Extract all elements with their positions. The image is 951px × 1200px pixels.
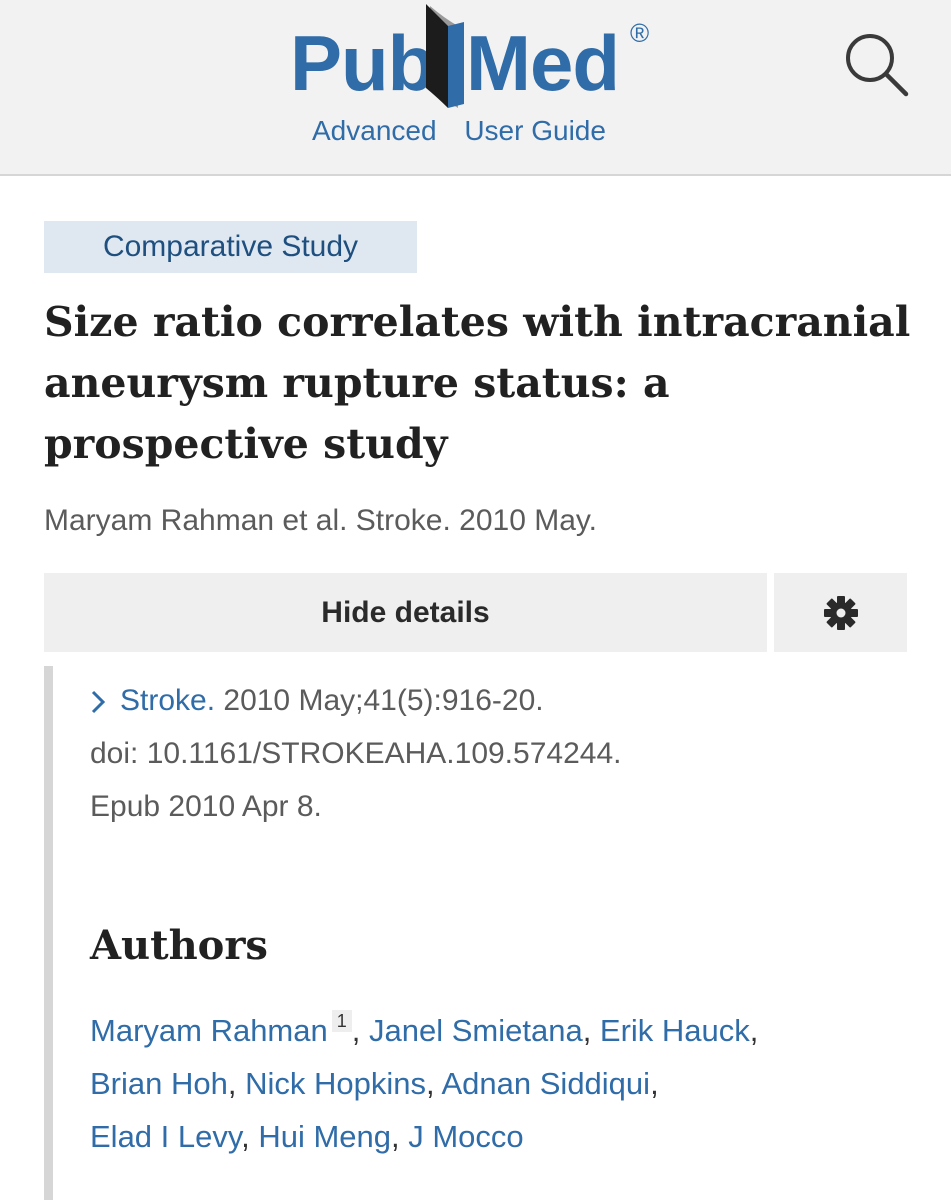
- user-guide-link[interactable]: User Guide: [464, 115, 606, 146]
- author-separator: ,: [391, 1119, 409, 1154]
- search-icon[interactable]: [842, 30, 912, 100]
- author-link[interactable]: Brian Hoh: [90, 1066, 228, 1101]
- logo-text-pub: Pub: [290, 19, 435, 107]
- author-link[interactable]: Adnan Siddiqui: [442, 1066, 651, 1101]
- author-link[interactable]: Hui Meng: [258, 1119, 391, 1154]
- epub-date: Epub 2010 Apr 8.: [90, 790, 322, 823]
- article-title: Size ratio correlates with intracranial …: [44, 298, 911, 468]
- gear-icon: [823, 595, 858, 630]
- details-side-bar: [44, 666, 53, 1200]
- book-icon: [426, 4, 464, 108]
- short-citation: Maryam Rahman et al. Stroke. 2010 May.: [44, 504, 598, 537]
- registered-mark: ®: [630, 18, 650, 48]
- author-separator: ,: [425, 1066, 442, 1101]
- author-separator: ,: [582, 1013, 600, 1048]
- author-separator: ,: [351, 1013, 369, 1048]
- hide-details-button[interactable]: Hide details: [44, 573, 767, 652]
- header-links: Advanced User Guide: [312, 115, 626, 147]
- author-link[interactable]: Janel Smietana: [369, 1013, 583, 1048]
- logo-text-med: Med: [466, 19, 620, 107]
- affiliation-marker[interactable]: 1: [331, 1010, 352, 1032]
- doi-text: doi: 10.1161/STROKEAHA.109.574244.: [90, 737, 622, 770]
- site-header: Pub Med ® Advanced User Guide: [0, 0, 951, 176]
- author-separator: ,: [650, 1066, 659, 1101]
- author-link[interactable]: J Mocco: [408, 1119, 523, 1154]
- authors-heading: Authors: [90, 922, 268, 969]
- author-separator: ,: [241, 1119, 259, 1154]
- author-link[interactable]: Nick Hopkins: [245, 1066, 426, 1101]
- journal-citation: Stroke. 2010 May;41(5):916-20. doi: 10.1…: [90, 674, 890, 833]
- chevron-right-icon[interactable]: [90, 689, 106, 715]
- author-link[interactable]: Erik Hauck: [600, 1013, 750, 1048]
- display-options-button[interactable]: [774, 573, 907, 652]
- author-separator: ,: [227, 1066, 246, 1101]
- advanced-search-link[interactable]: Advanced: [312, 115, 437, 146]
- author-separator: ,: [749, 1013, 759, 1048]
- publication-type-badge: Comparative Study: [44, 221, 417, 273]
- journal-details: 2010 May;41(5):916-20.: [215, 684, 544, 717]
- pubmed-logo[interactable]: Pub Med ®: [290, 4, 660, 114]
- author-link[interactable]: Maryam Rahman: [90, 1013, 328, 1048]
- journal-link[interactable]: Stroke.: [120, 684, 215, 717]
- authors-list: Maryam Rahman 1, Janel Smietana, Erik Hau…: [90, 1004, 910, 1163]
- author-link[interactable]: Elad I Levy: [90, 1119, 241, 1154]
